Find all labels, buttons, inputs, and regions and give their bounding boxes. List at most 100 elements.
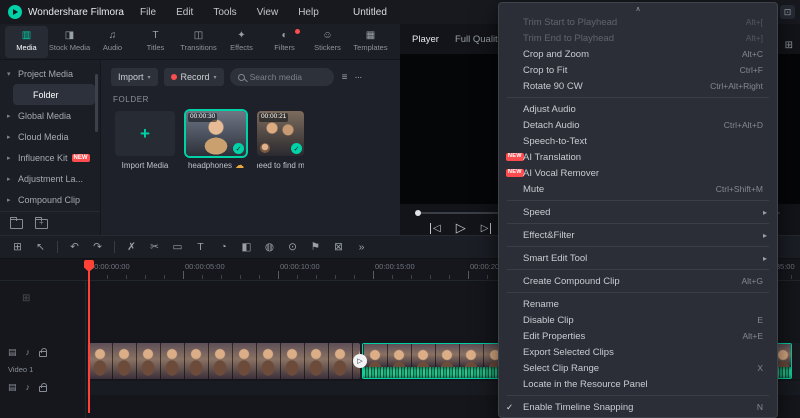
menu-item-enable-timeline-snapping[interactable]: ✓ Enable Timeline Snapping N [499,399,777,415]
next-frame-icon[interactable]: ▷ [481,222,492,234]
menu-edit[interactable]: Edit [176,7,193,18]
menu-item-label: Speed [523,206,551,218]
import-media-tile[interactable]: + Import Media [115,111,175,170]
menu-item-adjust-audio[interactable]: Adjust Audio [499,101,777,117]
delete-icon[interactable]: ✗ [120,242,143,253]
clip-thumbnail: 00:00:30 ✓ [186,111,246,156]
sidebar-item-adjustment-la[interactable]: ▸ Adjustment La... [0,168,100,189]
record-voiceover-icon[interactable]: ⊙ [281,242,304,253]
media-clip-i-need-to-find[interactable]: 00:00:21 ✓ I need to find m... [257,111,304,170]
menu-item-trim-end-to-playhead[interactable]: Trim End to Playhead Alt+] [499,30,777,46]
sidebar-scrollbar[interactable] [95,74,98,132]
tab-media[interactable]: ▥ Media [5,25,48,58]
sidebar-item-folder[interactable]: Folder [13,84,95,105]
speed-ramp-icon[interactable]: ◔ [212,242,235,253]
panel-layout-icon[interactable]: ⊞ [785,40,793,51]
tab-transitions[interactable]: ◫ Transitions [177,26,220,58]
scroll-up-icon[interactable]: ∧ [499,4,777,14]
menu-item-speech-to-text[interactable]: Speech-to-Text [499,133,777,149]
tab-icon: ◫ [193,30,204,41]
sidebar-item-project-media[interactable]: ▾ Project Media [0,63,100,84]
filter-icon[interactable]: ≡ [342,72,348,83]
tab-stock-media[interactable]: ◨ Stock Media [48,26,91,58]
redo-icon[interactable]: ↷ [86,242,109,253]
tab-audio[interactable]: ♫ Audio [91,26,134,58]
menu-item-crop-to-fit[interactable]: Crop to Fit Ctrl+F [499,62,777,78]
menu-item-trim-start-to-playhead[interactable]: Trim Start to Playhead Alt+[ [499,14,777,30]
text-tool-icon[interactable]: T [189,242,212,253]
tab-effects[interactable]: ✦ Effects [220,26,263,58]
workspace-icon[interactable]: ⊞ [6,242,29,253]
menu-item-separator [499,197,777,204]
menu-item-select-clip-range[interactable]: Select Clip Range X [499,360,777,376]
menu-item-speed[interactable]: Speed ▸ [499,204,777,220]
split-icon[interactable]: ✂ [143,242,166,253]
menu-item-crop-and-zoom[interactable]: Crop and Zoom Alt+C [499,46,777,62]
new-folder-icon[interactable] [35,216,48,229]
menu-item-detach-audio[interactable]: Detach Audio Ctrl+Alt+D [499,117,777,133]
mask-icon[interactable]: ◧ [235,242,258,253]
tab-titles[interactable]: T Titles [134,26,177,58]
menu-item-locate-in-the-resource-panel[interactable]: Locate in the Resource Panel [499,376,777,392]
search-input[interactable] [249,72,318,82]
tile-label: Import Media [121,161,169,170]
tab-stickers[interactable]: ☺ Stickers [306,26,349,58]
tab-filters[interactable]: ◐ Filters [263,26,306,58]
sidebar-item-influence-kit[interactable]: ▸ Influence Kit NEW [0,147,100,168]
menu-file[interactable]: File [140,7,156,18]
chroma-key-icon[interactable]: ◍ [258,242,281,253]
menu-item-disable-clip[interactable]: Disable Clip E [499,312,777,328]
sidebar-item-cloud-media[interactable]: ▸ Cloud Media [0,126,100,147]
search-box[interactable] [229,68,334,86]
add-track-icon[interactable]: ⊞ [22,293,30,304]
play-icon[interactable]: ▷ [456,220,466,236]
menu-item-separator [499,289,777,296]
menu-help[interactable]: Help [298,7,319,18]
sidebar-item-compound-clip[interactable]: ▸ Compound Clip [0,189,100,210]
import-button[interactable]: Import ▾ [111,68,158,86]
menu-item-mute[interactable]: Mute Ctrl+Shift+M [499,181,777,197]
lock-track-icon[interactable] [39,348,48,357]
folder-breadcrumb: FOLDER [113,95,150,104]
scrubber-handle[interactable] [415,210,421,216]
mute-track-icon[interactable]: ♪ [26,347,31,357]
previous-frame-icon[interactable]: ◁ [430,222,441,234]
more-tools-icon[interactable]: » [350,242,373,253]
sidebar-item-global-media[interactable]: ▸ Global Media [0,105,100,126]
filmora-logo-icon [8,5,22,19]
titlebar-button-icon[interactable]: ⊡ [780,5,795,19]
crop-icon[interactable]: ▭ [166,242,189,253]
playhead-line[interactable] [88,261,90,413]
project-title: Untitled [353,6,387,18]
menu-tools[interactable]: Tools [213,7,236,18]
menu-item-edit-properties[interactable]: Edit Properties Alt+E [499,328,777,344]
clip-junction-play-icon[interactable]: ▷ [353,354,367,368]
menu-item-create-compound-clip[interactable]: Create Compound Clip Alt+G [499,273,777,289]
video-track-controls: ▤ ♪ [8,347,48,357]
more-options-icon[interactable]: ··· [354,72,362,83]
sidebar-item-label: Global Media [18,110,72,121]
media-clip-headphones[interactable]: 00:00:30 ✓ headphones ☁ [186,111,246,170]
menu-item-shortcut: Ctrl+F [739,65,763,75]
menu-item-smart-edit-tool[interactable]: Smart Edit Tool ▸ [499,250,777,266]
record-button[interactable]: Record ▾ [163,68,224,86]
menu-item-export-selected-clips[interactable]: Export Selected Clips [499,344,777,360]
pointer-tool-icon[interactable]: ↖ [29,242,52,253]
menu-item-rotate-90-cw[interactable]: Rotate 90 CW Ctrl+Alt+Right [499,78,777,94]
lock-track-icon[interactable] [39,383,48,392]
marker-icon[interactable]: ⚑ [304,242,327,253]
menu-view[interactable]: View [257,7,279,18]
menu-item-ai-vocal-remover[interactable]: NEW AI Vocal Remover [499,165,777,181]
menu-item-rename[interactable]: Rename [499,296,777,312]
menu-item-effect-filter[interactable]: Effect&Filter ▸ [499,227,777,243]
timeline-clip-1[interactable] [88,343,360,379]
menu-item-shortcut: N [756,402,763,412]
menu-item-ai-translation[interactable]: NEW AI Translation [499,149,777,165]
folder-icon[interactable] [10,216,23,229]
snapshot-icon[interactable]: ⊠ [327,242,350,253]
mute-track-icon[interactable]: ♪ [26,382,31,392]
undo-icon[interactable]: ↶ [63,242,86,253]
menu-item-shortcut: Alt+[ [745,17,763,27]
tab-templates[interactable]: ▦ Templates [349,26,392,58]
track-type-icon: ▤ [8,381,17,392]
